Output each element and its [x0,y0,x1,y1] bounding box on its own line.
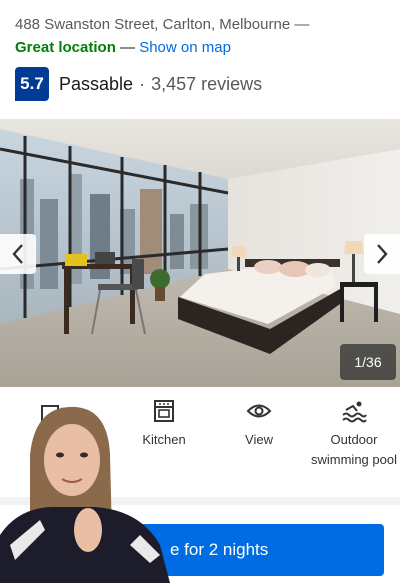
gallery-next-button[interactable] [364,234,400,274]
location-dash: — [120,39,136,56]
review-count[interactable]: 3,457 reviews [151,74,262,95]
photo-counter: 1/36 [340,344,396,380]
gallery-prev-button[interactable] [0,234,36,274]
amenity-pool: Outdoor swimming pool [304,388,400,470]
review-score-badge: 5.7 [15,67,49,101]
amenity-label: Outdoor swimming pool [311,432,397,467]
show-on-map-link[interactable]: Show on map [139,39,231,56]
chevron-right-icon [377,244,388,264]
chevron-left-icon [12,244,23,264]
rating-row[interactable]: 5.7 Passable · 3,457 reviews [15,67,262,101]
amenity-label: View [245,432,273,447]
rating-label: Passable [59,73,134,94]
location-line: Great location — Show on map [15,39,231,56]
rating-separator: · [139,73,146,94]
eye-icon [246,404,272,418]
presenter-video-overlay [0,406,170,583]
location-rating-label: Great location [15,39,116,56]
hotel-address: 488 Swanston Street, Carlton, Melbourne … [15,16,310,33]
swimming-icon [342,401,367,423]
amenity-view: View [209,388,309,450]
